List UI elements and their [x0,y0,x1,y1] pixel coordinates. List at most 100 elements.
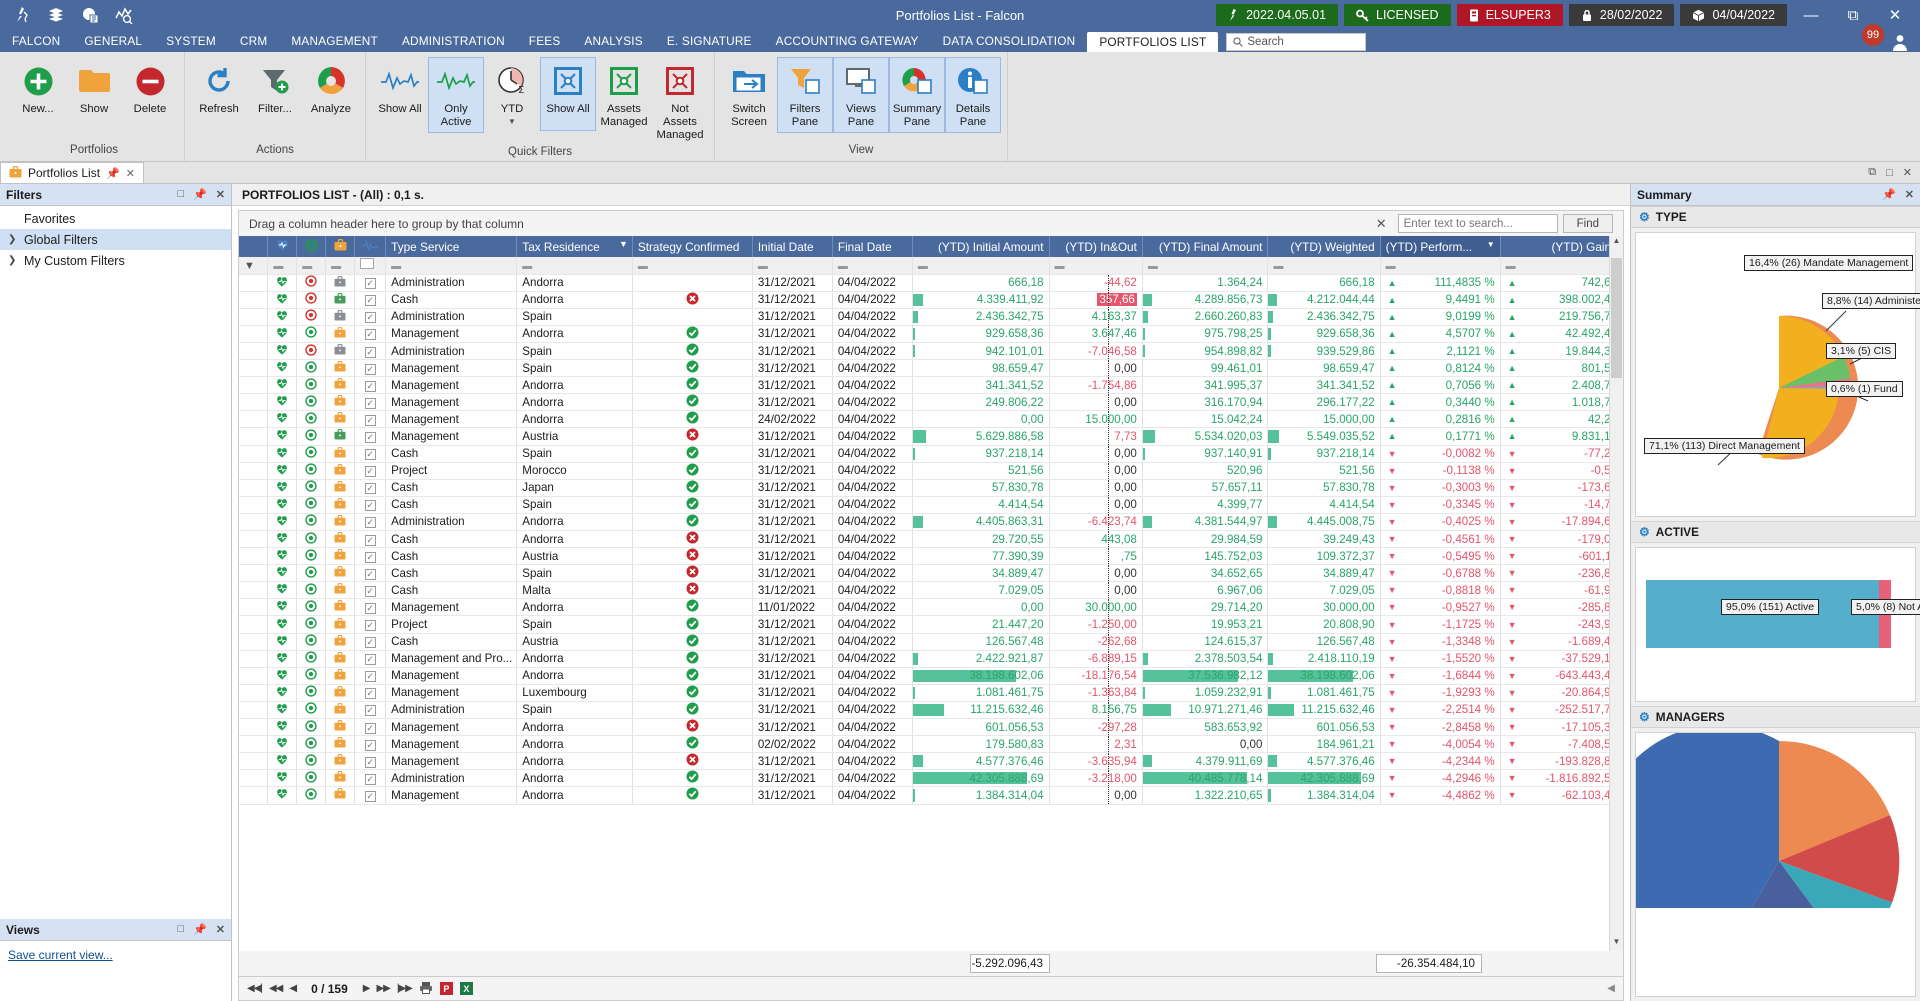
table-row[interactable]: ✓ Management Andorra 31/12/2021 04/04/2022 24… [239,393,1623,412]
table-row[interactable]: ✓ Cash Austria 31/12/2021 04/04/2022 77.390,3… [239,547,1623,566]
export-pdf-icon[interactable]: P [439,982,453,995]
show-all-button[interactable]: Show All [372,57,428,131]
column-header-ytd_perf[interactable]: (YTD) Perform... ▼ [1380,236,1501,257]
table-row[interactable]: ✓ Cash Austria 31/12/2021 04/04/2022 126.567,… [239,633,1623,651]
summary-section-active-header[interactable]: ⚙ ACTIVE [1631,521,1920,543]
show-button[interactable]: Show [66,57,122,131]
notification-badge[interactable]: 99 [1862,24,1884,46]
table-row[interactable]: ✓ Cash Andorra 31/12/2021 04/04/2022 4.339.41… [239,291,1623,309]
filter-cell-ytd_perf[interactable]: ▬ [1380,257,1501,275]
only-active-button[interactable]: Only Active [428,57,484,133]
row-checkbox[interactable]: ✓ [364,295,376,307]
pager-expand-icon[interactable]: ◀ [1607,983,1615,994]
analyze-button[interactable]: Analyze [303,57,359,131]
table-row[interactable]: ✓ Administration Spain 31/12/2021 04/04/2022… [239,701,1623,720]
save-current-view-link[interactable]: Save current view... [8,948,113,962]
views-pane-close-icon[interactable]: ✕ [216,923,225,936]
menu-item-system[interactable]: SYSTEM [154,31,228,52]
filter-cell-ytd_weighted[interactable]: ▬ [1267,257,1381,275]
gear-icon[interactable]: ⚙ [1639,210,1650,224]
user-badge[interactable]: ELSUPER3 [1456,4,1563,26]
layers-icon[interactable] [46,5,66,25]
table-row[interactable]: ✓ Administration Spain 31/12/2021 04/04/2022… [239,342,1623,361]
row-checkbox[interactable]: ✓ [364,739,376,751]
minimize-pane-icon[interactable]: □ [1886,167,1893,179]
pager-next-button[interactable]: ▶ [363,983,371,994]
show-all-assets-button[interactable]: Show All [540,57,596,131]
switch-screen-button[interactable]: Switch Screen [721,57,777,133]
row-checkbox[interactable]: ✓ [364,346,376,358]
pin-icon[interactable]: 📌 [106,167,120,180]
table-row[interactable]: ✓ Management Andorra 31/12/2021 04/04/2022 38… [239,667,1623,685]
views-pane-pin-icon[interactable]: 📌 [193,923,207,936]
print-icon[interactable] [419,981,433,997]
find-button[interactable]: Find [1562,214,1613,233]
grid-vertical-scrollbar[interactable]: ▲ ▼ [1609,236,1623,951]
filter-cell-pulse[interactable] [354,257,387,275]
row-checkbox[interactable]: ✓ [364,363,376,375]
table-row[interactable]: ✓ Administration Andorra 31/12/2021 04/04/20… [239,513,1623,532]
row-checkbox[interactable]: ✓ [364,705,376,717]
row-checkbox[interactable]: ✓ [364,637,376,649]
row-checkbox[interactable]: ✓ [364,585,376,597]
column-header-ytd_inout[interactable]: (YTD) In&Out [1049,236,1143,257]
menu-item-general[interactable]: GENERAL [72,31,154,52]
scroll-thumb[interactable] [1611,258,1622,378]
summary-section-type-header[interactable]: ⚙ TYPE [1631,206,1920,228]
row-checkbox[interactable]: ✓ [364,654,376,666]
column-header-type_service[interactable]: Type Service [385,236,518,257]
menu-item-crm[interactable]: CRM [228,31,279,52]
table-row[interactable]: ✓ Management Andorra 31/12/2021 04/04/2022 1.… [239,786,1623,805]
pager-next-page-button[interactable]: ▶▶ [376,983,390,994]
new-button[interactable]: New... [10,57,66,131]
refresh-button[interactable]: Refresh [191,57,247,131]
table-row[interactable]: ✓ Cash Malta 31/12/2021 04/04/2022 7.029,05 0,… [239,581,1623,600]
column-header-ytd_weighted[interactable]: (YTD) Weighted [1267,236,1381,257]
table-row[interactable]: ✓ Management Andorra 31/12/2021 04/04/2022 4.… [239,752,1623,771]
delete-button[interactable]: Delete [122,57,178,131]
row-checkbox[interactable]: ✓ [364,534,376,546]
table-row[interactable]: ✓ Management Andorra 24/02/2022 04/04/2022 0,… [239,410,1623,429]
export-excel-icon[interactable]: X [459,982,473,995]
table-row[interactable]: ✓ Cash Spain 31/12/2021 04/04/2022 34.889,47 0… [239,564,1623,583]
filters-tree-node-global-filters[interactable]: ❯ Global Filters [0,229,231,250]
row-checkbox[interactable]: ✓ [364,671,376,683]
user-avatar-icon[interactable] [1890,32,1912,54]
not-assets-managed-button[interactable]: Not Assets Managed [652,57,708,146]
clear-search-icon[interactable]: ✕ [1376,216,1387,232]
assets-managed-button[interactable]: Assets Managed [596,57,652,133]
scroll-up-icon[interactable]: ▲ [1610,236,1623,250]
column-header-heart[interactable] [267,236,298,257]
filter-button[interactable]: Filter... [247,57,303,131]
filters-pane-pin-icon[interactable]: 📌 [193,188,207,201]
column-header-tax_residence[interactable]: Tax Residence ▼ [516,236,633,257]
details-pane-button[interactable]: Details Pane [945,57,1001,133]
filters-pane-maximize-icon[interactable]: □ [177,188,184,201]
column-header-case[interactable] [325,236,356,257]
close-button[interactable]: ✕ [1874,0,1916,30]
grid-search-input[interactable]: Enter text to search... [1397,214,1558,233]
filter-cell-heart[interactable]: ▬ [267,257,298,275]
table-row[interactable]: ✓ Cash Spain 31/12/2021 04/04/2022 4.414,54 0,… [239,496,1623,514]
table-row[interactable]: ✓ Administration Andorra 31/12/2021 04/04/20… [239,274,1623,292]
lock-date-badge[interactable]: 28/02/2022 [1568,4,1675,26]
gear-icon[interactable]: ⚙ [1639,525,1650,539]
column-header-ytd_final[interactable]: (YTD) Final Amount [1142,236,1269,257]
views-pane-maximize-icon[interactable]: □ [177,923,184,936]
falcon-logo-icon[interactable] [12,5,32,25]
menu-item-e-signature[interactable]: E. SIGNATURE [655,31,764,52]
minimize-button[interactable]: — [1790,0,1832,30]
filter-cell-type_service[interactable]: ▬ [385,257,518,275]
filter-cell-final_date[interactable]: ▬ [832,257,913,275]
row-checkbox[interactable]: ✓ [364,466,376,478]
menu-item-analysis[interactable]: ANALYSIS [572,31,654,52]
filter-checkbox[interactable] [360,258,375,270]
restore-pane-icon[interactable]: ⧉ [1868,166,1876,179]
filter-cell-rowhdr[interactable]: ▼ [239,257,269,275]
column-header-strategy_confirmed[interactable]: Strategy Confirmed [632,236,753,257]
filter-cell-ytd_inout[interactable]: ▬ [1049,257,1143,275]
table-row[interactable]: ✓ Cash Spain 31/12/2021 04/04/2022 937.218,14… [239,445,1623,463]
row-checkbox[interactable]: ✓ [364,312,376,324]
filter-cell-strategy_confirmed[interactable]: ▬ [632,257,753,275]
filters-pane-button[interactable]: Filters Pane [777,57,833,133]
